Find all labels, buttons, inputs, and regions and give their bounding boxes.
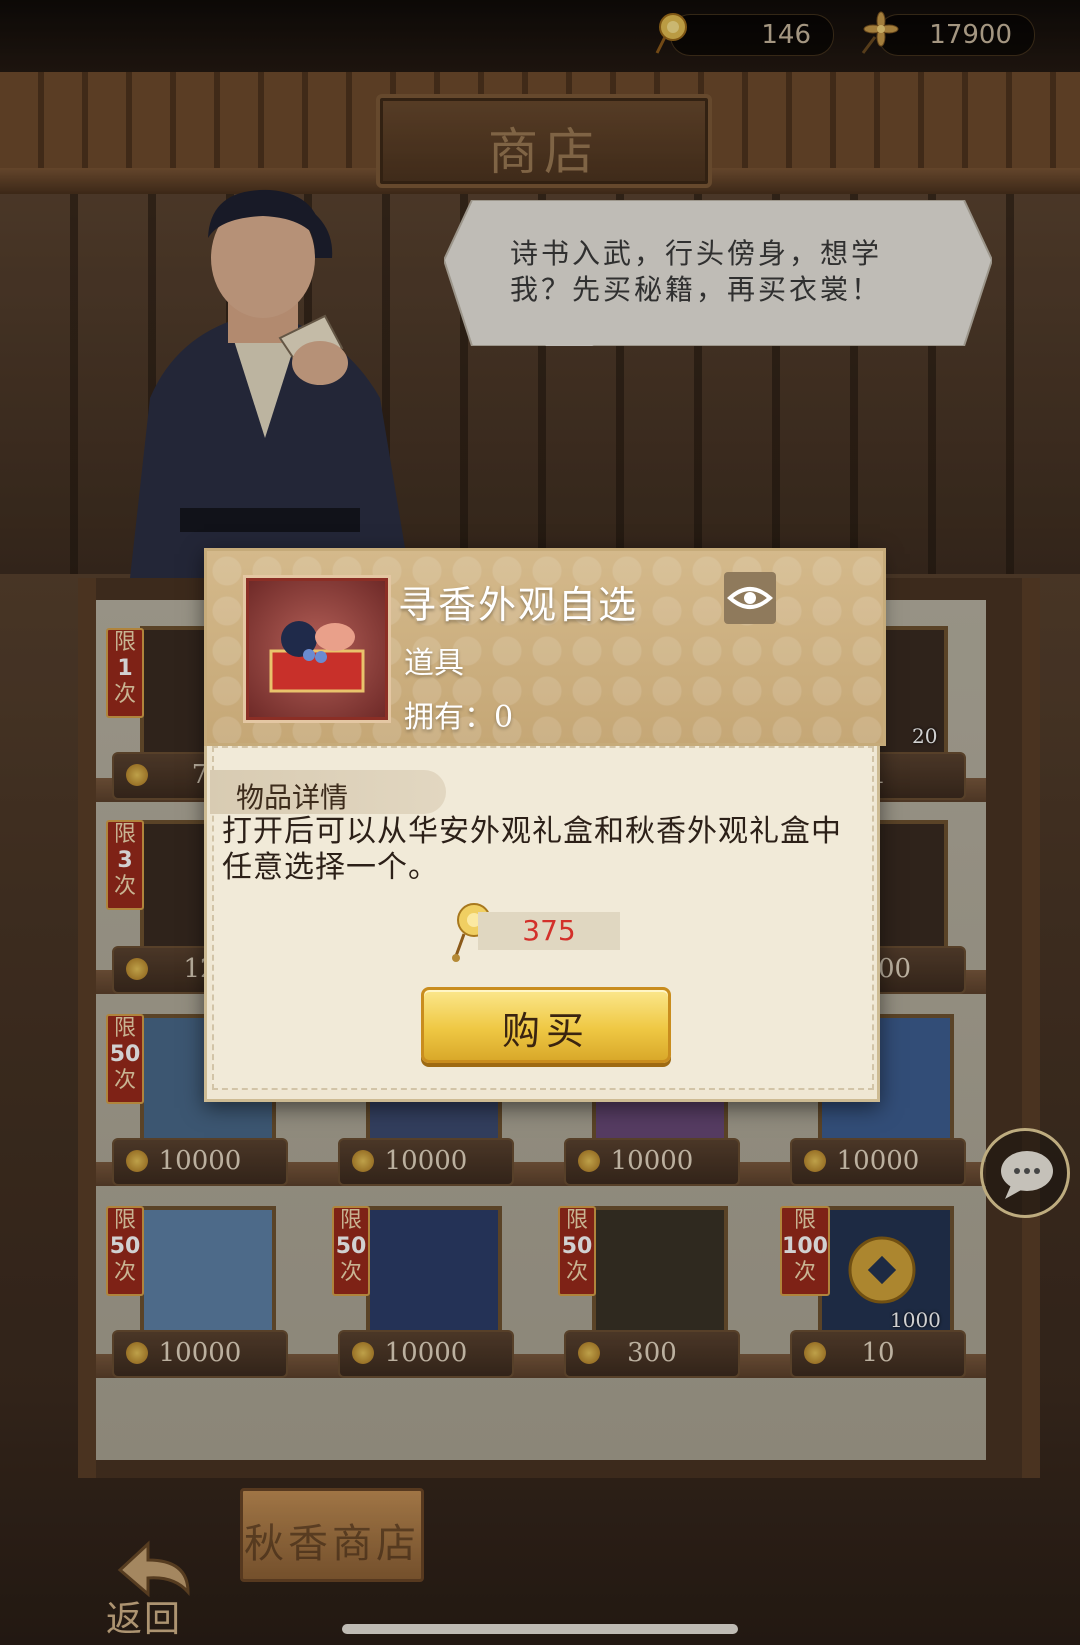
item-description: 打开后可以从华安外观礼盒和秋香外观礼盒中任意选择一个。	[222, 814, 842, 885]
buy-button[interactable]: 购买	[421, 987, 671, 1063]
preview-button[interactable]	[724, 572, 776, 624]
item-cost: 375	[478, 912, 620, 950]
eye-icon	[727, 587, 773, 609]
item-owned-count: 拥有：0	[404, 700, 514, 735]
item-thumbnail	[246, 578, 388, 720]
detail-tab: 物品详情	[210, 770, 446, 814]
item-type: 道具	[404, 646, 464, 681]
gift-box-icon	[269, 621, 365, 693]
item-name: 寻香外观自选	[398, 583, 639, 627]
